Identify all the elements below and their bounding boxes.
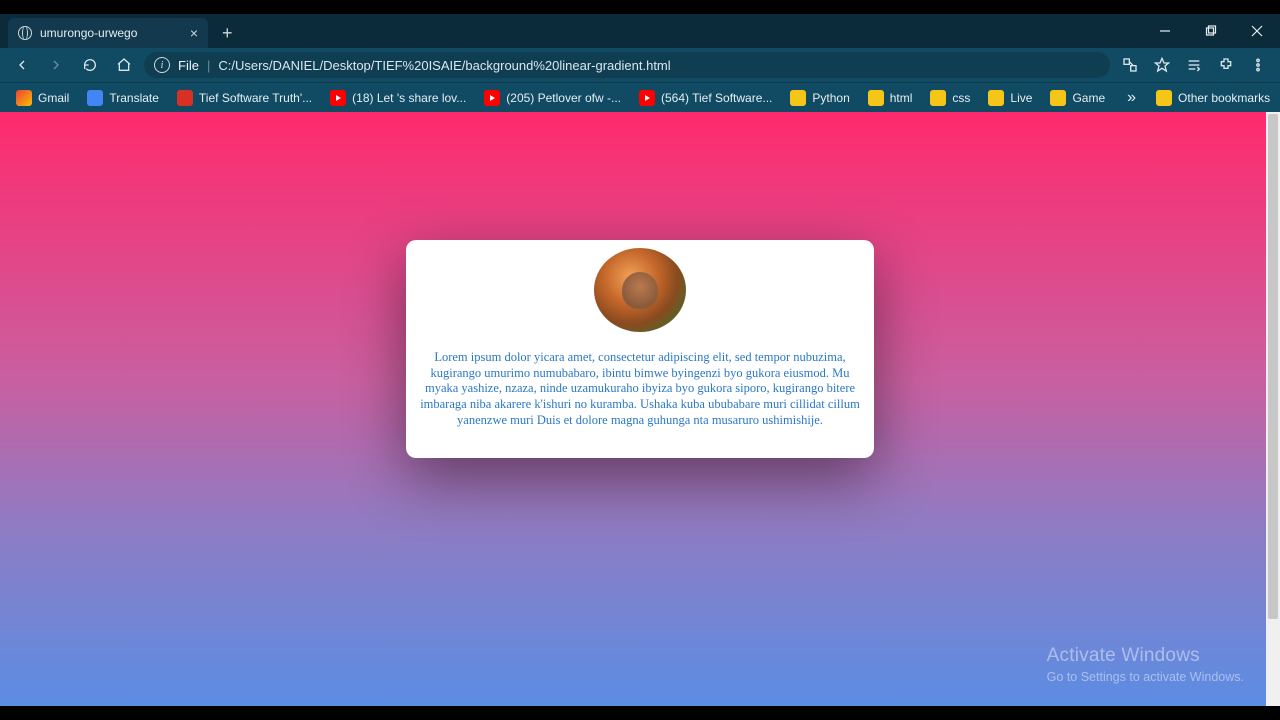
folder-icon [930,90,946,106]
watermark-subtitle: Go to Settings to activate Windows. [1047,670,1244,684]
minimize-button[interactable] [1142,14,1188,48]
reload-button[interactable] [76,51,104,79]
new-tab-button[interactable]: + [208,18,247,48]
youtube-icon [330,90,346,106]
letterbox-top [0,0,1280,14]
reading-list-icon[interactable] [1180,51,1208,79]
back-button[interactable] [8,51,36,79]
window-controls [1142,14,1280,48]
url-separator: | [207,58,210,73]
bookmark-translate[interactable]: Translate [79,86,167,110]
tief-icon [177,90,193,106]
bookmark-label: Live [1010,91,1032,105]
url-text: C:/Users/DANIEL/Desktop/TIEF%20ISAIE/bac… [218,58,670,73]
url-scheme-label: File [178,58,199,73]
youtube-icon [484,90,500,106]
profile-card: Lorem ipsum dolor yicara amet, consectet… [406,240,874,458]
bookmark-label: css [952,91,970,105]
gmail-icon [16,90,32,106]
bookmark-label: Tief Software Truth'... [199,91,312,105]
bookmark-label: (205) Petlover ofw -... [506,91,621,105]
toolbar-right-icons [1116,51,1272,79]
windows-activation-watermark: Activate Windows Go to Settings to activ… [1047,645,1244,684]
bookmarks-bar: Gmail Translate Tief Software Truth'... … [0,82,1280,112]
other-bookmarks-label: Other bookmarks [1178,91,1270,105]
bookmark-yt-2[interactable]: (205) Petlover ofw -... [476,86,629,110]
folder-icon [868,90,884,106]
translate-icon[interactable] [1116,51,1144,79]
folder-icon [790,90,806,106]
bookmark-label: Python [812,91,849,105]
tab-title: umurongo-urwego [40,26,137,40]
extensions-icon[interactable] [1212,51,1240,79]
translate-bm-icon [87,90,103,106]
bookmark-star-icon[interactable] [1148,51,1176,79]
globe-icon [18,26,32,40]
bookmark-label: Translate [109,91,159,105]
bookmark-tief[interactable]: Tief Software Truth'... [169,86,320,110]
bookmark-label: Gmail [38,91,69,105]
card-body-text: Lorem ipsum dolor yicara amet, consectet… [420,350,860,428]
letterbox-bottom [0,706,1280,720]
page-viewport: Lorem ipsum dolor yicara amet, consectet… [0,112,1280,706]
avatar-image [594,248,686,332]
home-button[interactable] [110,51,138,79]
close-window-button[interactable] [1234,14,1280,48]
site-info-icon[interactable]: i [154,57,170,73]
bookmark-label: html [890,91,913,105]
other-bookmarks-button[interactable]: Other bookmarks [1148,86,1278,110]
folder-icon [988,90,1004,106]
bookmark-folder-python[interactable]: Python [782,86,857,110]
bookmark-folder-game[interactable]: Game [1042,86,1113,110]
bookmarks-overflow-button[interactable]: » [1117,89,1146,107]
browser-window: umurongo-urwego × + i File | C:/Users/DA… [0,14,1280,706]
maximize-button[interactable] [1188,14,1234,48]
folder-icon [1050,90,1066,106]
bookmark-label: Game [1072,91,1105,105]
bookmark-folder-html[interactable]: html [860,86,921,110]
forward-button[interactable] [42,51,70,79]
toolbar: i File | C:/Users/DANIEL/Desktop/TIEF%20… [0,48,1280,82]
scrollbar-thumb[interactable] [1268,114,1278,619]
menu-button[interactable] [1244,51,1272,79]
bookmark-gmail[interactable]: Gmail [8,86,77,110]
close-tab-button[interactable]: × [190,25,198,41]
scrollbar-track[interactable] [1266,112,1280,706]
bookmark-yt-1[interactable]: (18) Let 's share lov... [322,86,474,110]
address-bar[interactable]: i File | C:/Users/DANIEL/Desktop/TIEF%20… [144,52,1110,78]
browser-tab[interactable]: umurongo-urwego × [8,18,208,48]
tab-strip: umurongo-urwego × + [0,14,1280,48]
bookmark-label: (564) Tief Software... [661,91,772,105]
bookmark-folder-css[interactable]: css [922,86,978,110]
folder-icon [1156,90,1172,106]
bookmark-yt-3[interactable]: (564) Tief Software... [631,86,780,110]
watermark-title: Activate Windows [1047,645,1244,667]
bookmark-label: (18) Let 's share lov... [352,91,466,105]
youtube-icon [639,90,655,106]
bookmark-folder-live[interactable]: Live [980,86,1040,110]
